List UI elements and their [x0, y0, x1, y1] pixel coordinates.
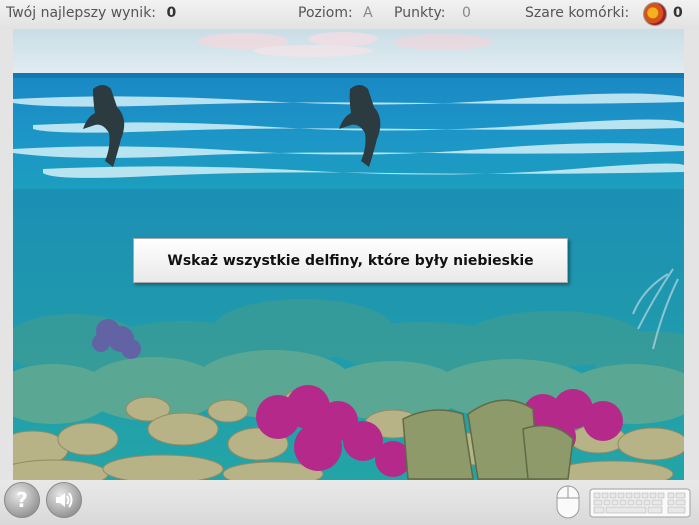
question-mark-icon: ?	[16, 488, 28, 512]
instruction-text: Wskaż wszystkie delfiny, które były nieb…	[167, 253, 534, 269]
mouse-icon	[556, 485, 580, 519]
instruction-box: Wskaż wszystkie delfiny, które były nieb…	[133, 238, 568, 283]
gray-cells-value: 0	[673, 5, 683, 21]
bottom-bar: ?	[0, 480, 699, 525]
points-value: 0	[461, 5, 471, 21]
best-score: Twój najlepszy wynik: 0	[6, 5, 176, 21]
brain-icon	[643, 2, 667, 26]
level-label: Poziom:	[298, 5, 353, 21]
game-scene: Wskaż wszystkie delfiny, które były nieb…	[13, 29, 684, 480]
level: Poziom: A	[298, 5, 373, 21]
dolphin-target-1[interactable]	[73, 79, 133, 174]
status-bar: Twój najlepszy wynik: 0 Poziom: A Punkty…	[0, 0, 699, 29]
level-value: A	[363, 5, 373, 21]
points: Punkty: 0	[394, 5, 471, 21]
best-score-label: Twój najlepszy wynik:	[6, 5, 157, 21]
dolphin-target-2[interactable]	[331, 79, 391, 174]
keyboard-icon	[589, 488, 691, 518]
points-label: Punkty:	[394, 5, 446, 21]
sound-button[interactable]	[46, 482, 82, 518]
gray-cells-label: Szare komórki:	[525, 5, 630, 21]
speaker-icon	[56, 492, 73, 508]
best-score-value: 0	[166, 5, 177, 21]
help-button[interactable]: ?	[4, 482, 40, 518]
